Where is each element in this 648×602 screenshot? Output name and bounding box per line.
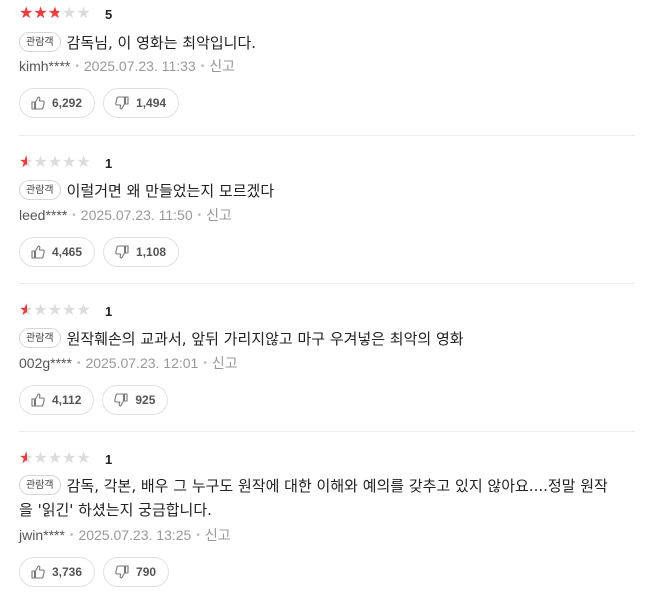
vote-actions: 4,465 1,108 — [19, 237, 180, 267]
separator-dot: • — [203, 358, 207, 369]
rating-row: ★★★★★ ★★★★★ 1 — [19, 154, 112, 172]
like-button[interactable]: 6,292 — [19, 88, 96, 118]
review-text: 이럴거면 왜 만들었는지 모르겠다 — [66, 182, 275, 200]
review-author[interactable]: kimh**** — [19, 58, 70, 74]
thumbs-down-icon — [114, 393, 128, 407]
dislike-button[interactable]: 790 — [103, 557, 170, 587]
thumbs-down-icon — [115, 96, 129, 110]
rating-score: 1 — [105, 451, 113, 467]
rating-score: 1 — [105, 303, 113, 319]
like-button[interactable]: 4,465 — [19, 237, 96, 267]
rating-score: 5 — [105, 6, 113, 22]
review-text: 원작훼손의 교과서, 앞뒤 가리지않고 마구 우겨넣은 최악의 영화 — [66, 330, 464, 348]
star-empty-icons: ★★★★★ — [19, 152, 91, 171]
review-text: 감독님, 이 영화는 최악입니다. — [66, 34, 257, 52]
dislike-button[interactable]: 1,108 — [103, 237, 180, 267]
review-text: 감독, 각본, 배우 그 누구도 원작에 대한 이해와 예의를 갖추고 있지 않… — [19, 477, 608, 519]
like-count: 4,465 — [52, 245, 83, 259]
like-count: 6,292 — [52, 96, 83, 110]
report-link[interactable]: 신고 — [212, 355, 238, 371]
star-rating: ★★★★★ ★★★★★ — [19, 5, 99, 22]
review-content: 관람객 감독, 각본, 배우 그 누구도 원작에 대한 이해와 예의를 갖추고 … — [19, 474, 619, 522]
review-date: 2025.07.23. 12:01 — [85, 355, 199, 371]
rating-row: ★★★★★ ★★★★★ 1 — [19, 450, 112, 468]
review-date: 2025.07.23. 13:25 — [78, 527, 192, 543]
viewer-badge: 관람객 — [19, 475, 61, 495]
star-rating: ★★★★★ ★★★★★ — [19, 152, 99, 171]
review-content: 관람객 원작훼손의 교과서, 앞뒤 가리지않고 마구 우겨넣은 최악의 영화 — [19, 327, 619, 351]
separator-dot: • — [69, 530, 74, 541]
like-button[interactable]: 4,112 — [19, 385, 95, 415]
dislike-button[interactable]: 1,494 — [103, 88, 180, 118]
dislike-count: 790 — [136, 565, 157, 579]
thumbs-up-icon — [31, 96, 45, 110]
review-date: 2025.07.23. 11:33 — [83, 58, 196, 74]
star-filled-icons: ★★★★★ — [19, 5, 59, 21]
review-meta: leed**** • 2025.07.23. 11:50 • 신고 — [19, 205, 232, 225]
star-filled-icons: ★★★★★ — [19, 450, 27, 466]
thumbs-up-icon — [31, 393, 45, 407]
separator-dot: • — [197, 210, 202, 221]
separator-dot: • — [196, 530, 200, 541]
viewer-badge: 관람객 — [19, 328, 61, 348]
vote-actions: 6,292 1,494 — [19, 88, 180, 118]
thumbs-up-icon — [31, 565, 45, 579]
review-content: 관람객 감독님, 이 영화는 최악입니다. — [19, 31, 619, 55]
separator-dot: • — [72, 210, 76, 221]
review-author[interactable]: leed**** — [19, 207, 67, 223]
report-link[interactable]: 신고 — [209, 58, 235, 74]
review-date: 2025.07.23. 11:50 — [80, 207, 193, 223]
rating-row: ★★★★★ ★★★★★ 1 — [19, 302, 112, 320]
thumbs-down-icon — [115, 245, 129, 259]
report-link[interactable]: 신고 — [205, 527, 231, 543]
separator-dot: • — [200, 61, 205, 72]
review-item: ★★★★★ ★★★★★ 1 관람객 원작훼손의 교과서, 앞뒤 가리지않고 마구… — [19, 283, 635, 432]
dislike-count: 925 — [135, 393, 156, 407]
vote-actions: 3,736 790 — [19, 557, 170, 587]
separator-dot: • — [75, 61, 79, 72]
dislike-count: 1,494 — [136, 96, 167, 110]
thumbs-down-icon — [115, 565, 129, 579]
viewer-badge: 관람객 — [19, 180, 61, 200]
rating-row: ★★★★★ ★★★★★ 5 — [19, 5, 112, 23]
review-meta: jwin**** • 2025.07.23. 13:25 • 신고 — [19, 525, 231, 545]
review-item: ★★★★★ ★★★★★ 5 관람객 감독님, 이 영화는 최악입니다. kimh… — [19, 0, 635, 134]
dislike-count: 1,108 — [136, 245, 167, 259]
vote-actions: 4,112 925 — [19, 385, 169, 415]
thumbs-up-icon — [31, 245, 45, 259]
review-meta: 002g**** • 2025.07.23. 12:01 • 신고 — [19, 353, 238, 373]
review-item: ★★★★★ ★★★★★ 1 관람객 이럴거면 왜 만들었는지 모르겠다 leed… — [19, 135, 635, 284]
star-empty-icons: ★★★★★ — [19, 300, 91, 319]
like-count: 4,112 — [52, 393, 82, 407]
like-button[interactable]: 3,736 — [19, 557, 96, 587]
review-author[interactable]: 002g**** — [19, 355, 72, 371]
star-filled-icons: ★★★★★ — [19, 154, 27, 170]
like-count: 3,736 — [52, 565, 83, 579]
review-meta: kimh**** • 2025.07.23. 11:33 • 신고 — [19, 56, 235, 76]
report-link[interactable]: 신고 — [206, 207, 232, 223]
star-rating: ★★★★★ ★★★★★ — [19, 448, 99, 467]
star-filled-icons: ★★★★★ — [19, 302, 27, 318]
viewer-badge: 관람객 — [19, 32, 61, 52]
review-content: 관람객 이럴거면 왜 만들었는지 모르겠다 — [19, 179, 619, 203]
rating-score: 1 — [105, 155, 113, 171]
star-empty-icons: ★★★★★ — [19, 448, 91, 467]
review-item: ★★★★★ ★★★★★ 1 관람객 감독, 각본, 배우 그 누구도 원작에 대… — [19, 431, 635, 602]
star-rating: ★★★★★ ★★★★★ — [19, 300, 99, 319]
separator-dot: • — [76, 358, 81, 369]
review-author[interactable]: jwin**** — [19, 527, 65, 543]
dislike-button[interactable]: 925 — [102, 385, 169, 415]
